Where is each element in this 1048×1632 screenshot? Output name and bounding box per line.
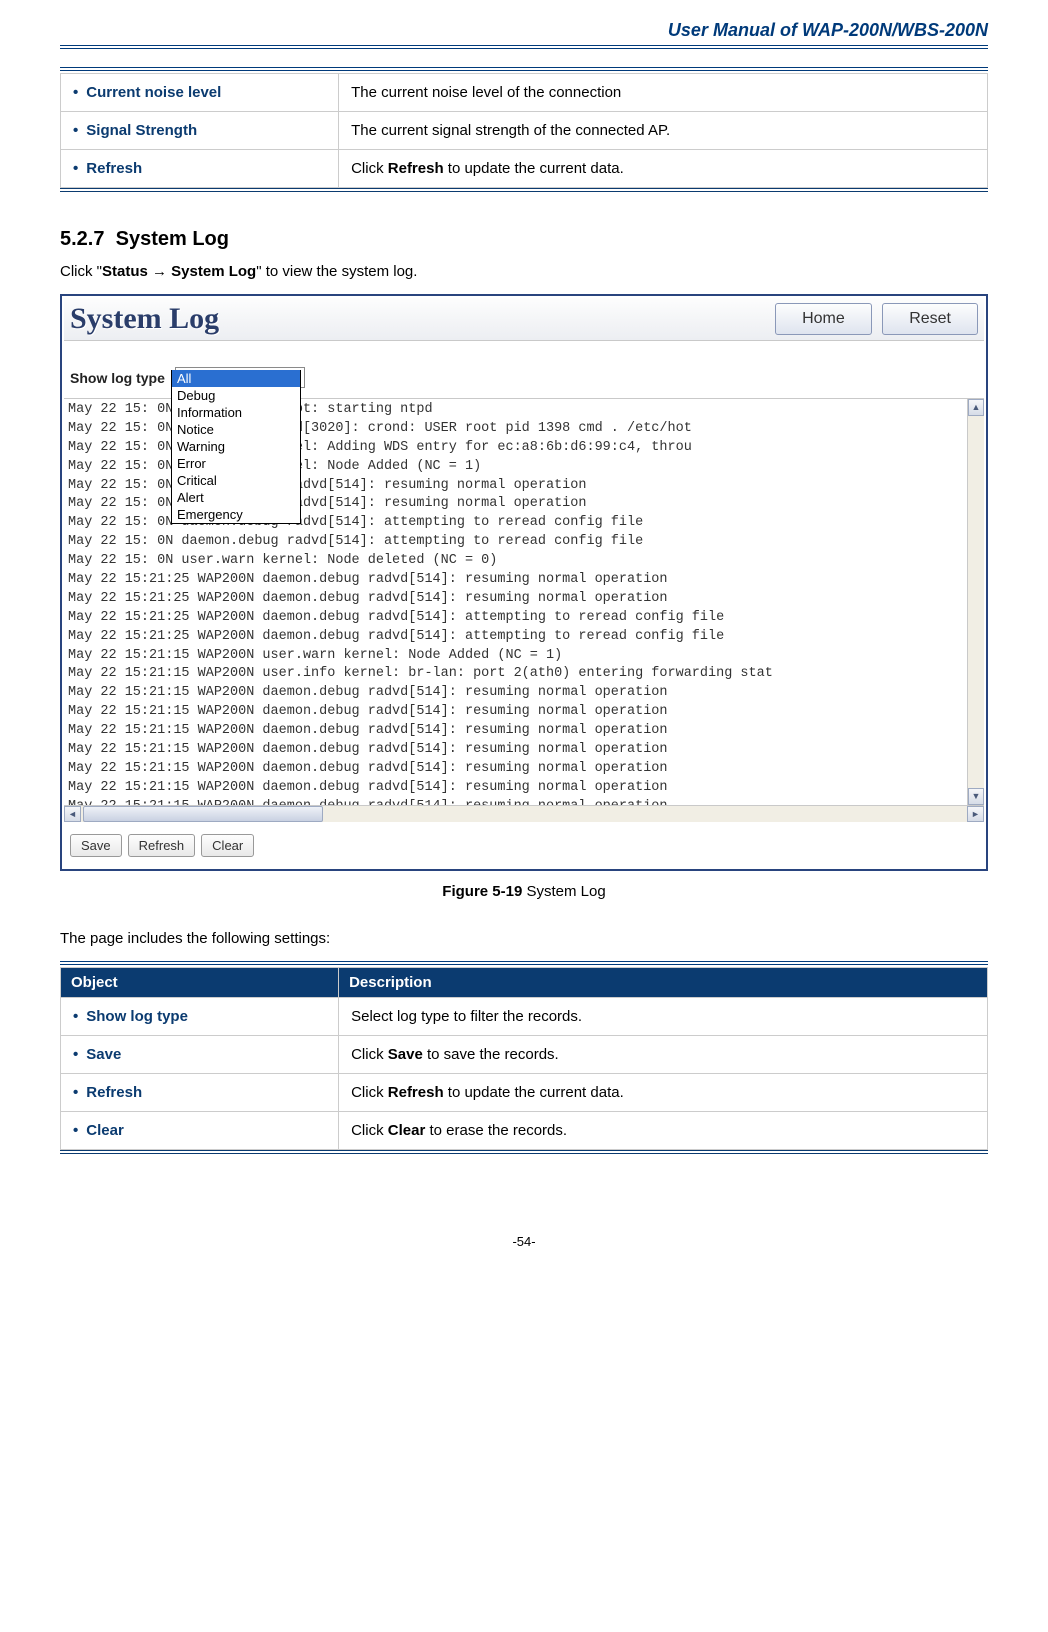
select-option[interactable]: Critical	[172, 472, 300, 489]
object-cell: •Clear	[61, 1112, 339, 1150]
description-cell: Click Refresh to update the current data…	[339, 150, 988, 188]
table-row: •ClearClick Clear to erase the records.	[61, 1112, 988, 1150]
log-line: May 22 15:21:15 WAP200N user.info kernel…	[68, 665, 965, 684]
log-line: May 22 15:21:15 WAP200N daemon.debug rad…	[68, 741, 965, 760]
ui-title: System Log	[70, 302, 219, 336]
log-line: May 22 15: 0N daemon.debug radvd[514]: a…	[68, 533, 965, 552]
doc-header: User Manual of WAP-200N/WBS-200N	[60, 20, 988, 49]
log-type-dropdown[interactable]: AllDebugInformationNoticeWarningErrorCri…	[171, 370, 301, 524]
table-row: •RefreshClick Refresh to update the curr…	[61, 1074, 988, 1112]
log-line: May 22 15:21:25 WAP200N daemon.debug rad…	[68, 571, 965, 590]
clear-button[interactable]: Clear	[201, 834, 254, 857]
log-line: May 22 15:21:15 WAP200N daemon.debug rad…	[68, 779, 965, 798]
system-log-screenshot: System Log Home Reset Show log type All …	[60, 294, 988, 871]
select-option[interactable]: Notice	[172, 421, 300, 438]
select-option[interactable]: All	[172, 370, 300, 387]
object-cell: •Current noise level	[61, 74, 339, 112]
param-table-1: •Current noise levelThe current noise le…	[60, 73, 988, 188]
ui-toolbar: System Log Home Reset	[64, 298, 984, 341]
reset-button[interactable]: Reset	[882, 303, 978, 335]
object-cell: •Refresh	[61, 150, 339, 188]
log-line: May 22 15:21:15 WAP200N daemon.debug rad…	[68, 684, 965, 703]
description-cell: The current signal strength of the conne…	[339, 112, 988, 150]
table-row: •Show log typeSelect log type to filter …	[61, 998, 988, 1036]
log-line: May 22 15:21:25 WAP200N daemon.debug rad…	[68, 590, 965, 609]
table-row: •Signal StrengthThe current signal stren…	[61, 112, 988, 150]
home-button[interactable]: Home	[775, 303, 872, 335]
select-option[interactable]: Information	[172, 404, 300, 421]
scroll-down-icon[interactable]: ▼	[968, 788, 984, 805]
object-cell: •Signal Strength	[61, 112, 339, 150]
object-cell: •Save	[61, 1036, 339, 1074]
description-cell: Click Refresh to update the current data…	[339, 1074, 988, 1112]
scroll-left-icon[interactable]: ◄	[64, 806, 81, 822]
object-cell: •Refresh	[61, 1074, 339, 1112]
scroll-thumb[interactable]	[83, 806, 323, 822]
description-cell: Click Clear to erase the records.	[339, 1112, 988, 1150]
log-line: May 22 15:21:25 WAP200N daemon.debug rad…	[68, 628, 965, 647]
log-line: May 22 15:21:15 WAP200N daemon.debug rad…	[68, 703, 965, 722]
col-description: Description	[339, 968, 988, 998]
select-option[interactable]: Error	[172, 455, 300, 472]
page-number: -54-	[60, 1234, 988, 1249]
col-object: Object	[61, 968, 339, 998]
table-row: •SaveClick Save to save the records.	[61, 1036, 988, 1074]
object-cell: •Show log type	[61, 998, 339, 1036]
log-line: May 22 15:21:15 WAP200N daemon.debug rad…	[68, 760, 965, 779]
section-intro: Click "Status → System Log" to view the …	[60, 263, 988, 280]
save-button[interactable]: Save	[70, 834, 122, 857]
log-container: May 22 15: 0N user.notice root: starting…	[64, 399, 984, 805]
select-option[interactable]: Warning	[172, 438, 300, 455]
log-line: May 22 15:21:25 WAP200N daemon.debug rad…	[68, 609, 965, 628]
param-table-2: Object Description •Show log typeSelect …	[60, 967, 988, 1150]
bottom-buttons: Save Refresh Clear	[64, 822, 984, 867]
log-line: May 22 15:21:15 WAP200N user.warn kernel…	[68, 647, 965, 666]
log-line: May 22 15:21:15 WAP200N daemon.debug rad…	[68, 722, 965, 741]
scroll-up-icon[interactable]: ▲	[968, 399, 984, 416]
table-row: •Current noise levelThe current noise le…	[61, 74, 988, 112]
section-heading: 5.2.7 System Log	[60, 228, 988, 251]
refresh-button[interactable]: Refresh	[128, 834, 196, 857]
figure-caption: Figure 5-19 System Log	[60, 883, 988, 900]
scroll-right-icon[interactable]: ►	[967, 806, 984, 822]
table-row: •RefreshClick Refresh to update the curr…	[61, 150, 988, 188]
log-line: May 22 15: 0N user.warn kernel: Node del…	[68, 552, 965, 571]
vertical-scrollbar[interactable]: ▲ ▼	[967, 399, 984, 805]
log-line: May 22 15:21:15 WAP200N daemon.debug rad…	[68, 798, 965, 805]
description-cell: The current noise level of the connectio…	[339, 74, 988, 112]
horizontal-scrollbar[interactable]: ◄ ►	[64, 805, 984, 822]
settings-intro: The page includes the following settings…	[60, 930, 988, 947]
select-option[interactable]: Alert	[172, 489, 300, 506]
select-option[interactable]: Emergency	[172, 506, 300, 523]
description-cell: Click Save to save the records.	[339, 1036, 988, 1074]
description-cell: Select log type to filter the records.	[339, 998, 988, 1036]
show-log-type-label: Show log type	[70, 367, 165, 386]
select-option[interactable]: Debug	[172, 387, 300, 404]
